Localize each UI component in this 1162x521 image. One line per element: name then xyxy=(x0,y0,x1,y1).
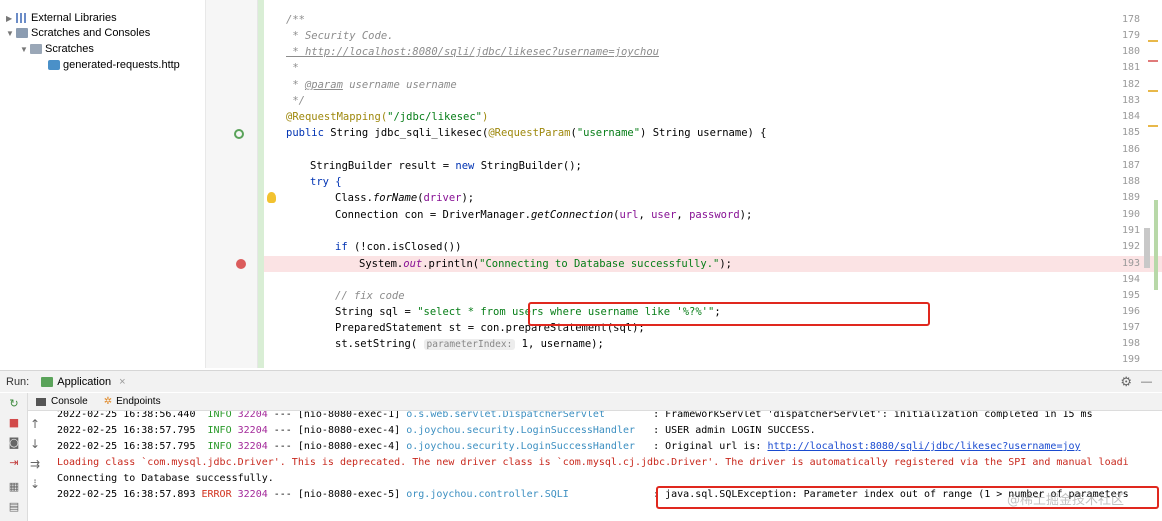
gear-icon[interactable]: ⚙ xyxy=(1120,374,1132,390)
layout-icon[interactable]: ▦ xyxy=(7,480,21,494)
code-line[interactable]: if (!con.isClosed()) xyxy=(335,239,461,255)
highlight-box-sql xyxy=(528,302,930,326)
code-line[interactable]: StringBuilder result = new StringBuilder… xyxy=(310,158,582,174)
line-number: 180 xyxy=(1121,46,1140,57)
code-line[interactable]: */ xyxy=(286,93,305,109)
minimize-icon[interactable]: — xyxy=(1141,376,1152,388)
line-number: 186 xyxy=(1121,144,1140,155)
line-gutter[interactable] xyxy=(206,0,258,368)
code-line[interactable]: /** xyxy=(286,12,305,28)
code-line[interactable]: try { xyxy=(310,174,342,190)
run-tool-window-header: Run: Application × ⚙ — xyxy=(0,370,1162,392)
scratches-icon xyxy=(16,28,28,38)
scroll-marker-warning[interactable] xyxy=(1148,40,1158,42)
stop-icon[interactable]: ■ xyxy=(7,416,21,430)
breakpoint-icon[interactable] xyxy=(236,259,246,269)
rerun-icon[interactable]: ↻ xyxy=(7,397,21,411)
line-number: 188 xyxy=(1121,176,1140,187)
code-line[interactable]: @RequestMapping("/jdbc/likesec") xyxy=(286,109,488,125)
tree-item-external-libraries[interactable]: ▶ External Libraries xyxy=(6,10,117,26)
line-number: 191 xyxy=(1121,225,1140,236)
line-number: 181 xyxy=(1121,62,1140,73)
code-line[interactable]: // fix code xyxy=(335,288,405,304)
code-line[interactable]: Connection con = DriverManager.getConnec… xyxy=(335,207,752,223)
run-toolbar: ↻ ■ ◙ ⇥ ▦ ▤ xyxy=(0,393,28,521)
scroll-to-end-icon[interactable]: ⇣ xyxy=(30,477,40,491)
line-number: 194 xyxy=(1121,274,1140,285)
camera-icon[interactable]: ◙ xyxy=(7,436,21,450)
print-icon[interactable]: ▤ xyxy=(7,500,21,514)
console-output[interactable]: ↑ ↓ ⇉ ⇣ 2022-02-25 16:38:56.440 INFO 322… xyxy=(28,411,1162,521)
code-line[interactable]: * @param username username xyxy=(286,77,456,93)
exit-icon[interactable]: ⇥ xyxy=(7,456,21,470)
line-number: 195 xyxy=(1121,290,1140,301)
endpoints-icon: ✲ xyxy=(103,396,113,407)
arrow-down-icon[interactable]: ↓ xyxy=(30,437,40,451)
line-number: 184 xyxy=(1121,111,1140,122)
tab-console[interactable]: Console xyxy=(51,396,88,407)
line-number: 199 xyxy=(1121,354,1140,365)
line-number: 198 xyxy=(1121,338,1140,349)
console-line[interactable]: Connecting to Database successfully. xyxy=(57,471,274,487)
line-number: 182 xyxy=(1121,79,1140,90)
line-number: 178 xyxy=(1121,14,1140,25)
line-number: 196 xyxy=(1121,306,1140,317)
code-line[interactable]: * http://localhost:8080/sqli/jdbc/likese… xyxy=(286,44,659,60)
code-line[interactable]: public String jdbc_sqli_likesec(@Request… xyxy=(286,125,766,141)
spring-bean-icon[interactable] xyxy=(234,129,244,139)
lightbulb-icon[interactable] xyxy=(267,192,276,203)
scroll-marker-changes[interactable] xyxy=(1154,200,1158,290)
code-editor[interactable]: 178 179 180 181 182 183 184 185 186 187 … xyxy=(206,0,1162,368)
tab-endpoints[interactable]: Endpoints xyxy=(116,396,160,407)
arrow-up-icon[interactable]: ↑ xyxy=(30,417,40,431)
tree-item-scratches[interactable]: ▼ Scratches xyxy=(20,41,94,57)
line-number: 192 xyxy=(1121,241,1140,252)
console-tab-bar: Console ✲ Endpoints xyxy=(28,393,1162,411)
line-number: 189 xyxy=(1121,192,1140,203)
close-icon[interactable]: × xyxy=(119,376,125,388)
scroll-marker-warning[interactable] xyxy=(1148,90,1158,92)
run-label: Run: xyxy=(6,375,30,388)
console-line[interactable]: 2022-02-25 16:38:56.440 INFO 32204 --- [… xyxy=(57,411,1093,423)
chevron-down-icon[interactable]: ▼ xyxy=(20,45,30,54)
scroll-marker-warning[interactable] xyxy=(1148,125,1158,127)
change-marker-strip xyxy=(258,0,264,368)
scrollbar-thumb[interactable] xyxy=(1144,228,1150,268)
chevron-right-icon[interactable]: ▶ xyxy=(6,14,16,23)
console-line[interactable]: 2022-02-25 16:38:57.795 INFO 32204 --- [… xyxy=(57,423,816,439)
code-line[interactable]: * xyxy=(286,60,298,76)
project-tree: ▶ External Libraries ▼ Scratches and Con… xyxy=(0,0,206,368)
run-config-tab[interactable]: Application xyxy=(57,376,111,388)
spring-app-icon xyxy=(41,376,54,387)
parameter-hint: parameterIndex: xyxy=(423,339,516,350)
console-line[interactable]: 2022-02-25 16:38:57.795 INFO 32204 --- [… xyxy=(57,439,1081,455)
tree-item-generated-requests[interactable]: generated-requests.http xyxy=(48,57,180,73)
line-number: 197 xyxy=(1121,322,1140,333)
folder-icon xyxy=(30,44,42,54)
tree-item-scratches-and-consoles[interactable]: ▼ Scratches and Consoles xyxy=(6,25,150,41)
line-number: 179 xyxy=(1121,30,1140,41)
http-file-icon xyxy=(48,60,60,70)
code-line[interactable]: System.out.println("Connecting to Databa… xyxy=(359,256,732,272)
line-number: 190 xyxy=(1121,209,1140,220)
code-line[interactable]: st.setString( parameterIndex: 1, usernam… xyxy=(335,336,604,352)
console-icon xyxy=(36,397,46,406)
line-number: 183 xyxy=(1121,95,1140,106)
watermark: @稀土掘金技术社区 xyxy=(1006,493,1124,508)
line-number: 187 xyxy=(1121,160,1140,171)
library-icon xyxy=(16,13,28,23)
line-number: 185 xyxy=(1121,127,1140,138)
console-line[interactable]: Loading class `com.mysql.jdbc.Driver'. T… xyxy=(57,455,1129,471)
code-line[interactable]: Class.forName(driver); xyxy=(335,190,474,206)
chevron-down-icon[interactable]: ▼ xyxy=(6,29,16,38)
line-number: 193 xyxy=(1121,258,1140,269)
soft-wrap-icon[interactable]: ⇉ xyxy=(30,457,40,471)
code-line[interactable]: * Security Code. xyxy=(286,28,393,44)
scroll-marker-error[interactable] xyxy=(1148,60,1158,62)
